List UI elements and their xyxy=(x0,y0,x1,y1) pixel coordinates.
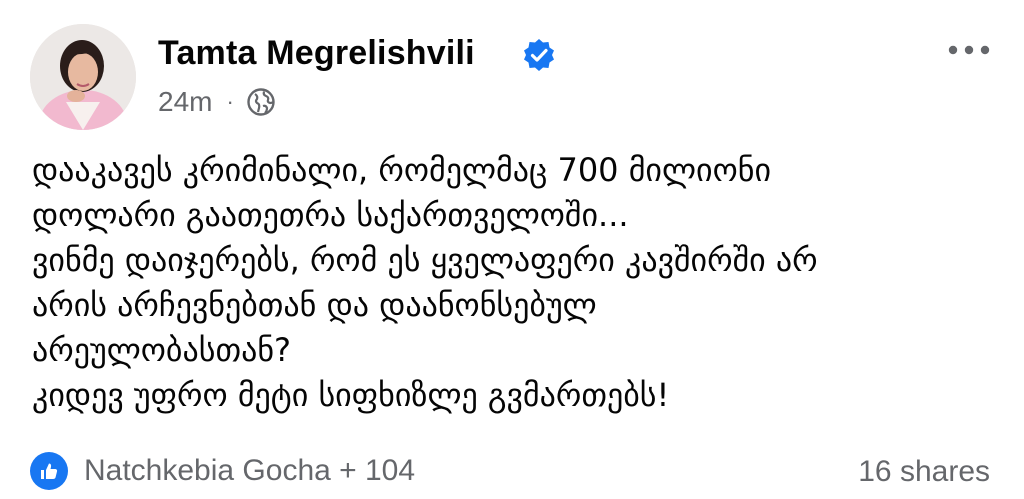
more-options-icon[interactable] xyxy=(944,32,994,68)
shares-count[interactable]: 16 shares xyxy=(858,455,990,489)
post-text-line: დააკავეს კრიმინალი, რომელმაც 700 მილიონი xyxy=(32,151,772,189)
reactions-text[interactable]: Natchkebia Gocha + 104 xyxy=(84,454,415,488)
like-icon xyxy=(30,452,68,490)
meta-separator: · xyxy=(226,89,234,114)
globe-icon[interactable] xyxy=(246,87,276,117)
post-timestamp[interactable]: 24m xyxy=(158,86,212,118)
verified-badge-icon xyxy=(524,39,554,71)
post-text-line: არის არჩევნებთან და დაანონსებულ xyxy=(32,286,597,324)
avatar-photo xyxy=(30,24,136,130)
post-text-line: არეულობასთან? xyxy=(32,331,292,369)
post-text-line: კიდევ უფრო მეტი სიფხიზლე გვმართებს! xyxy=(32,376,670,414)
avatar[interactable] xyxy=(30,24,136,130)
author-name[interactable]: Tamta Megrelishvili xyxy=(158,34,475,73)
reactions-summary[interactable]: Natchkebia Gocha + 104 xyxy=(30,452,415,490)
post-text-line: დოლარი გაათეთრა საქართველოში... xyxy=(32,196,629,234)
post-text: დააკავეს კრიმინალი, რომელმაც 700 მილიონი… xyxy=(32,148,1012,418)
post-text-line: ვინმე დაიჯერებს, რომ ეს ყველაფერი კავშირ… xyxy=(32,241,818,279)
post-meta: 24m · xyxy=(158,86,276,118)
